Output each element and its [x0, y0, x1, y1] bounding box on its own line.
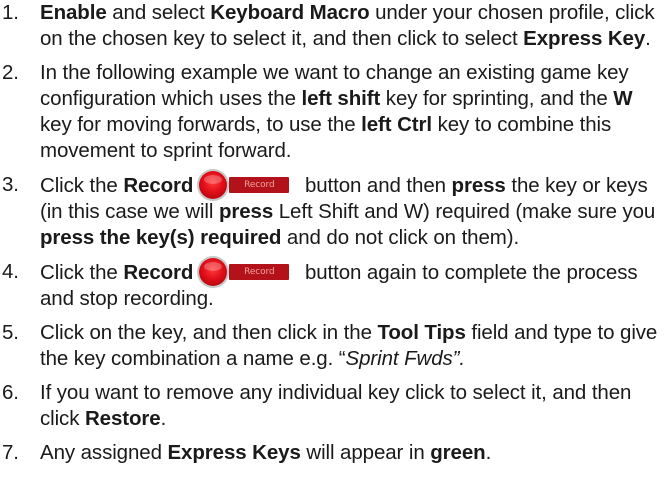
record-bar: Record [229, 177, 290, 193]
step-text: In the following example we want to chan… [40, 61, 633, 162]
bold-text: W [613, 87, 633, 110]
step-number: 3. [2, 173, 19, 196]
step-4: 4. Click the Record Record button again t… [0, 258, 668, 312]
step-text: Any assigned Express Keys will appear in… [40, 441, 492, 464]
step-2: 2. In the following example we want to c… [0, 60, 668, 164]
record-button-image: Record [199, 171, 295, 199]
step-number: 5. [2, 321, 19, 344]
bold-text: green [430, 441, 486, 464]
step-3: 3. Click the Record Record button and the… [0, 171, 668, 251]
bold-text: press [218, 200, 274, 223]
bold-text: left Ctrl [361, 113, 432, 136]
step-5: 5. Click on the key, and then click in t… [0, 320, 668, 372]
italic-text: Sprint Fwds”. [345, 347, 466, 370]
bold-text: Record [123, 174, 194, 197]
step-7: 7. Any assigned Express Keys will appear… [0, 440, 668, 466]
step-text: Click the Record Record button and then p… [40, 171, 655, 249]
step-text: Click the Record Record button again to c… [40, 258, 638, 310]
bold-text: Restore [84, 407, 161, 430]
step-number: 1. [2, 1, 19, 24]
bold-text: Express Keys [167, 441, 301, 464]
bold-text: Tool Tips [377, 321, 466, 344]
record-bar: Record [229, 264, 290, 280]
step-6: 6. If you want to remove any individual … [0, 380, 668, 432]
record-bar-label: Record [244, 180, 275, 190]
step-text: If you want to remove any individual key… [40, 381, 632, 430]
bold-text: Keyboard Macro [210, 1, 370, 24]
step-number: 7. [2, 441, 19, 464]
instructions-document: 1. Enable and select Keyboard Macro unde… [0, 0, 668, 486]
step-text: Enable and select Keyboard Macro under y… [40, 1, 655, 50]
step-text: Click on the key, and then click in the … [40, 321, 658, 370]
bold-text: press [451, 174, 506, 197]
step-number: 6. [2, 381, 19, 404]
bold-text: Express Key [523, 27, 646, 50]
bold-text: Record [123, 261, 194, 284]
bold-text: press the key(s) required [40, 226, 282, 249]
step-number: 4. [2, 260, 19, 283]
bold-text: left shift [301, 87, 381, 110]
bold-text: Enable [40, 1, 107, 24]
step-number: 2. [2, 61, 19, 84]
steps-list: 1. Enable and select Keyboard Macro unde… [0, 0, 668, 466]
record-bar-label: Record [244, 267, 275, 277]
record-button-image: Record [199, 258, 295, 286]
record-icon [199, 258, 228, 286]
step-1: 1. Enable and select Keyboard Macro unde… [0, 0, 668, 52]
record-icon [199, 171, 228, 199]
